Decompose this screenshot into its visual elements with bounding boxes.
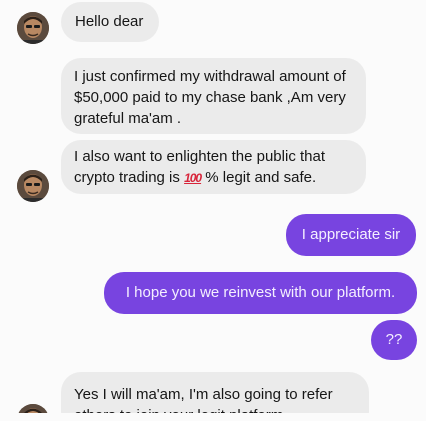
message-text: I appreciate sir bbox=[301, 226, 401, 243]
outgoing-message[interactable]: I appreciate sir bbox=[286, 214, 416, 256]
outgoing-message[interactable]: I hope you we reinvest with our platform… bbox=[104, 272, 417, 314]
outgoing-message[interactable]: ?? bbox=[371, 320, 417, 360]
avatar-portrait-icon bbox=[17, 12, 49, 44]
message-text: % legit and safe. bbox=[205, 169, 317, 186]
incoming-message[interactable]: I just confirmed my withdrawal amount of… bbox=[61, 58, 366, 134]
chat-thread: Hello dear I just confirmed my withdrawa… bbox=[0, 0, 426, 421]
avatar-portrait-icon bbox=[17, 170, 49, 202]
contact-avatar[interactable] bbox=[17, 170, 49, 202]
hundred-points-icon: 100 bbox=[184, 171, 202, 185]
bottom-edge bbox=[0, 413, 426, 421]
message-text: I hope you we reinvest with our platform… bbox=[125, 284, 396, 301]
incoming-message[interactable]: Hello dear bbox=[61, 2, 159, 42]
message-text: I just confirmed my withdrawal amount of… bbox=[74, 68, 346, 127]
incoming-message[interactable]: I also want to enlighten the public that… bbox=[61, 140, 366, 194]
contact-avatar[interactable] bbox=[17, 12, 49, 44]
message-text: Hello dear bbox=[75, 13, 144, 30]
message-text: ?? bbox=[385, 331, 403, 348]
